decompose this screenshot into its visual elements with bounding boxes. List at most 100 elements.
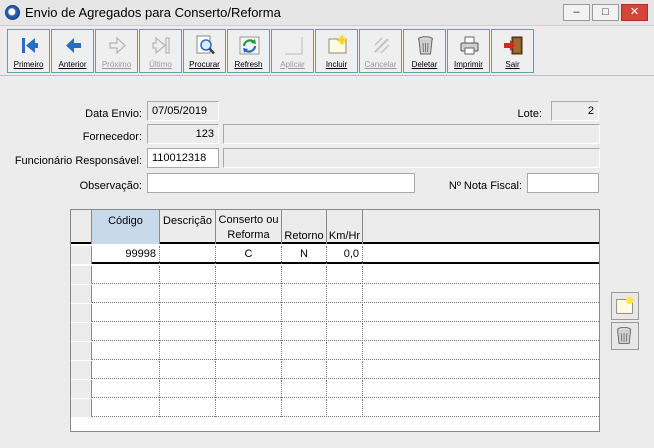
grid-cell[interactable] bbox=[282, 342, 327, 360]
table-row-empty[interactable] bbox=[71, 342, 599, 360]
table-row-empty[interactable] bbox=[71, 304, 599, 322]
funcionario-code-field[interactable]: 110012318 bbox=[147, 148, 219, 168]
grid-cell[interactable] bbox=[216, 323, 282, 341]
grid-cell[interactable] bbox=[282, 399, 327, 417]
header-kmhr[interactable]: Km/Hr bbox=[327, 210, 363, 244]
print-button[interactable]: Imprimir bbox=[447, 29, 490, 73]
grid-cell[interactable] bbox=[216, 266, 282, 284]
add-item-button[interactable] bbox=[611, 292, 639, 320]
minimize-button[interactable]: – bbox=[563, 4, 590, 21]
grid-cell[interactable] bbox=[160, 399, 216, 417]
fornecedor-name-field[interactable] bbox=[223, 124, 600, 144]
first-button[interactable]: Primeiro bbox=[7, 29, 50, 73]
grid-cell[interactable] bbox=[327, 323, 363, 341]
cell-kmhr[interactable]: 0,0 bbox=[327, 246, 363, 264]
cell-conserto-reforma[interactable]: C bbox=[216, 246, 282, 264]
observacao-field[interactable] bbox=[147, 173, 415, 193]
grid-cell[interactable] bbox=[160, 304, 216, 322]
grid-cell[interactable] bbox=[216, 361, 282, 379]
close-button[interactable]: ✕ bbox=[621, 4, 648, 21]
header-retorno[interactable]: Retorno bbox=[282, 210, 327, 244]
grid-cell[interactable] bbox=[92, 323, 160, 341]
grid-cell[interactable] bbox=[92, 380, 160, 398]
grid-cell[interactable] bbox=[282, 380, 327, 398]
grid-cell[interactable] bbox=[327, 399, 363, 417]
exit-button[interactable]: Sair bbox=[491, 29, 534, 73]
table-row-empty[interactable] bbox=[71, 266, 599, 284]
data-envio-field[interactable]: 07/05/2019 bbox=[147, 101, 219, 121]
grid-cell[interactable] bbox=[282, 361, 327, 379]
grid-cell[interactable] bbox=[327, 304, 363, 322]
search-button-label: Procurar bbox=[189, 60, 220, 69]
grid-cell[interactable] bbox=[216, 342, 282, 360]
grid-cell[interactable] bbox=[282, 285, 327, 303]
lote-field[interactable]: 2 bbox=[551, 101, 599, 121]
grid-cell[interactable] bbox=[92, 399, 160, 417]
grid-cell[interactable] bbox=[282, 266, 327, 284]
delete-button-label: Deletar bbox=[411, 60, 438, 69]
grid-cell[interactable] bbox=[160, 285, 216, 303]
grid-cell[interactable] bbox=[216, 304, 282, 322]
table-row-empty[interactable] bbox=[71, 323, 599, 341]
next-button-label: Próximo bbox=[101, 60, 132, 69]
grid-cell[interactable] bbox=[92, 285, 160, 303]
grid-cell[interactable] bbox=[92, 361, 160, 379]
grid-cell[interactable] bbox=[216, 285, 282, 303]
fornecedor-code-field[interactable]: 123 bbox=[147, 124, 219, 144]
previous-record-icon bbox=[66, 38, 81, 53]
grid-cell[interactable] bbox=[282, 304, 327, 322]
cell-codigo[interactable]: 99998 bbox=[92, 246, 160, 264]
apply-button[interactable]: Aplicar bbox=[271, 29, 314, 73]
row-indicator bbox=[71, 361, 92, 379]
cell-descricao[interactable] bbox=[160, 246, 216, 264]
grid-cell[interactable] bbox=[327, 342, 363, 360]
grid-cell[interactable] bbox=[327, 361, 363, 379]
grid-cell[interactable] bbox=[327, 380, 363, 398]
refresh-button-label: Refresh bbox=[234, 60, 263, 69]
header-descricao[interactable]: Descrição bbox=[160, 210, 216, 244]
row-indicator bbox=[71, 323, 92, 341]
funcionario-name-field[interactable] bbox=[223, 148, 600, 168]
grid-cell[interactable] bbox=[160, 323, 216, 341]
grid-cell[interactable] bbox=[282, 323, 327, 341]
grid-cell[interactable] bbox=[92, 266, 160, 284]
cell-retorno[interactable]: N bbox=[282, 246, 327, 264]
last-button[interactable]: Último bbox=[139, 29, 182, 73]
header-conserto-reforma[interactable]: Conserto ou Reforma bbox=[216, 210, 282, 244]
nota-fiscal-label: Nº Nota Fiscal: bbox=[448, 180, 522, 192]
refresh-button[interactable]: Refresh bbox=[227, 29, 270, 73]
search-button[interactable]: Procurar bbox=[183, 29, 226, 73]
delete-button[interactable]: Deletar bbox=[403, 29, 446, 73]
header-codigo[interactable]: Código bbox=[92, 210, 160, 244]
cancel-button[interactable]: Cancelar bbox=[359, 29, 402, 73]
grid-cell[interactable] bbox=[160, 342, 216, 360]
apply-icon bbox=[285, 37, 303, 55]
next-button[interactable]: Próximo bbox=[95, 29, 138, 73]
grid-cell[interactable] bbox=[160, 380, 216, 398]
new-button[interactable]: Incluir bbox=[315, 29, 358, 73]
items-grid[interactable]: Código Descrição Conserto ou Reforma Ret… bbox=[70, 209, 600, 432]
grid-cell[interactable] bbox=[92, 304, 160, 322]
print-button-label: Imprimir bbox=[454, 60, 483, 69]
delete-item-button[interactable] bbox=[611, 322, 639, 350]
fornecedor-label: Fornecedor: bbox=[82, 131, 142, 143]
window-title: Envio de Agregados para Conserto/Reforma bbox=[25, 5, 281, 20]
title-bar: Envio de Agregados para Conserto/Reforma… bbox=[0, 0, 654, 26]
table-row-empty[interactable] bbox=[71, 380, 599, 398]
previous-button[interactable]: Anterior bbox=[51, 29, 94, 73]
grid-cell[interactable] bbox=[160, 361, 216, 379]
grid-cell[interactable] bbox=[327, 285, 363, 303]
table-row-empty[interactable] bbox=[71, 361, 599, 379]
table-row-empty[interactable] bbox=[71, 399, 599, 417]
grid-cell[interactable] bbox=[216, 380, 282, 398]
grid-cell[interactable] bbox=[92, 342, 160, 360]
nota-fiscal-field[interactable] bbox=[527, 173, 599, 193]
table-row-empty[interactable] bbox=[71, 285, 599, 303]
grid-cell[interactable] bbox=[327, 266, 363, 284]
maximize-button[interactable]: □ bbox=[592, 4, 619, 21]
grid-cell[interactable] bbox=[216, 399, 282, 417]
first-button-label: Primeiro bbox=[13, 60, 44, 69]
grid-header-indicator bbox=[71, 210, 92, 244]
table-row[interactable]: 99998 C N 0,0 bbox=[71, 246, 599, 264]
grid-cell[interactable] bbox=[160, 266, 216, 284]
